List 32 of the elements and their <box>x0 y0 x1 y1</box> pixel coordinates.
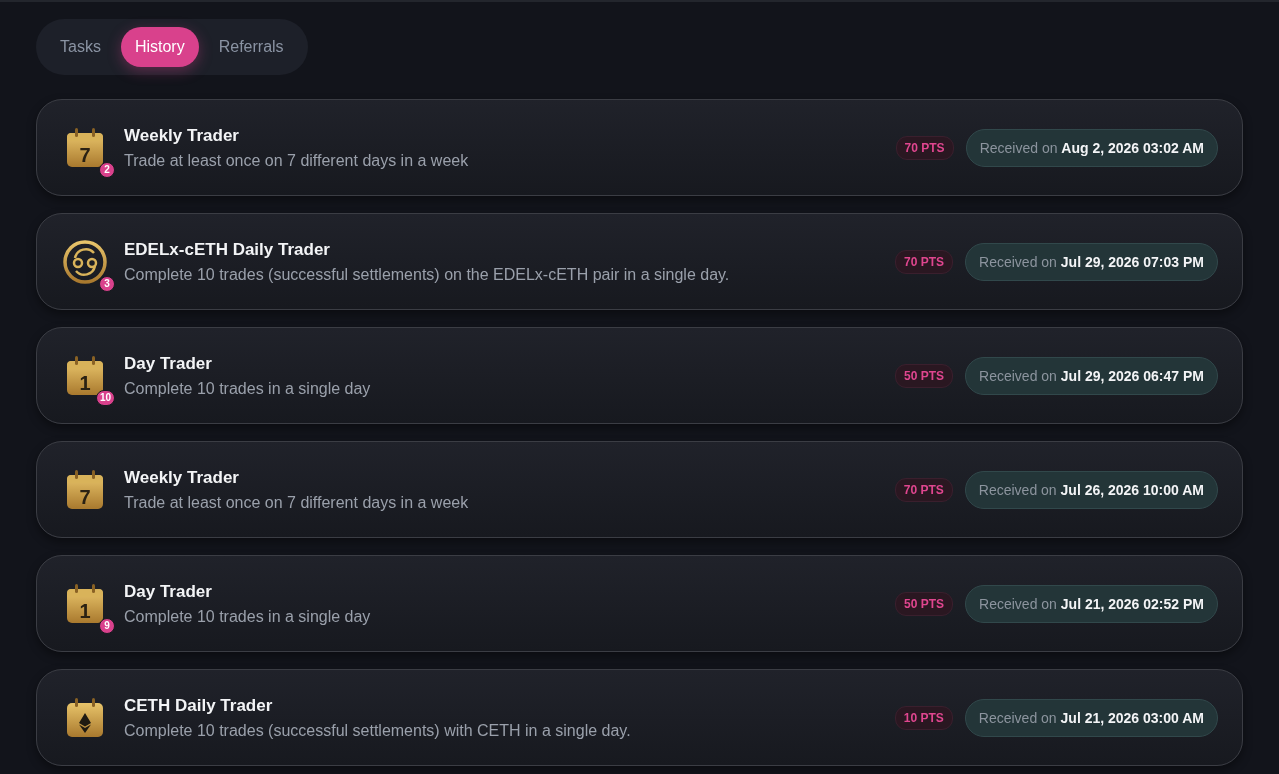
tab[interactable]: Tasks <box>46 27 115 67</box>
achievement-description: Complete 10 trades (successful settlements) with CETH in a single day. <box>124 721 632 740</box>
received-date: Received on Jul 21, 2026 03:00 AM <box>964 698 1218 737</box>
points-badge: 70 PTS <box>894 477 953 502</box>
received-date: Received on Aug 2, 2026 03:02 AM <box>965 128 1218 167</box>
points-badge: 50 PTS <box>895 591 954 616</box>
tab[interactable]: Referrals <box>204 27 298 67</box>
received-date: Received on Jul 29, 2026 07:03 PM <box>965 242 1218 281</box>
achievement-description: Trade at least once on 7 different days in a week <box>124 151 470 170</box>
count-badge: 10 <box>95 389 115 406</box>
achievement-title: Day Trader <box>124 353 213 374</box>
received-date: Received on Jul 21, 2026 02:52 PM <box>965 584 1218 623</box>
count-badge: 9 <box>99 617 115 634</box>
count-badge: 3 <box>99 275 115 292</box>
count-badge: 2 <box>99 161 115 178</box>
received-date: Received on Jul 26, 2026 10:00 AM <box>964 470 1218 509</box>
achievement-title: Day Trader <box>124 581 213 602</box>
points-badge: 10 PTS <box>894 705 953 730</box>
achievement-title: Weekly Trader <box>124 467 240 488</box>
points-badge: 70 PTS <box>895 135 954 160</box>
achievement-description: Complete 10 trades in a single day <box>124 607 372 626</box>
swap-coin-icon <box>61 237 109 286</box>
tab[interactable]: History <box>120 27 199 67</box>
achievement-title: EDELx-cETH Daily Trader <box>124 239 331 260</box>
points-badge: 50 PTS <box>895 363 954 388</box>
achievement-title: CETH Daily Trader <box>124 695 274 716</box>
achievement-description: Trade at least once on 7 different days in a week <box>124 493 470 512</box>
points-badge: 70 PTS <box>895 249 954 274</box>
received-date: Received on Jul 29, 2026 06:47 PM <box>965 356 1218 395</box>
achievement-title: Weekly Trader <box>124 125 240 146</box>
achievement-description: Complete 10 trades (successful settlements) on the EDELx-cETH pair in a single day. <box>124 265 731 284</box>
achievement-description: Complete 10 trades in a single day <box>124 379 372 398</box>
